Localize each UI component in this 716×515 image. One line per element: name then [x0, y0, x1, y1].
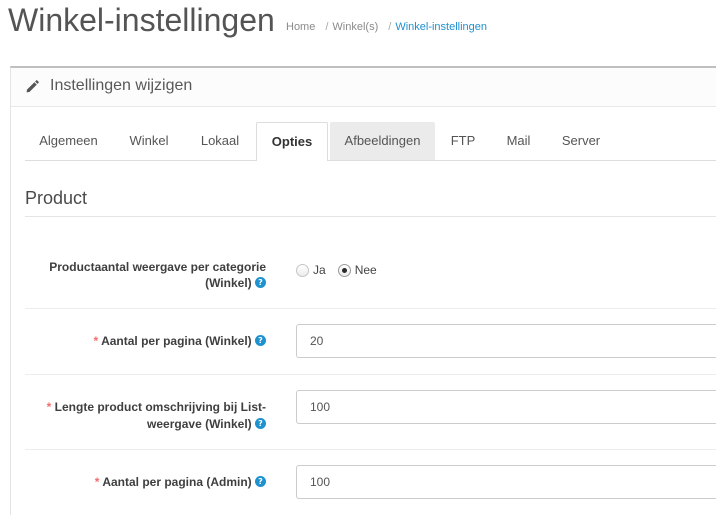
required-mark: * — [46, 400, 52, 414]
radio-label: Nee — [354, 263, 377, 277]
tab-store[interactable]: Winkel — [114, 122, 184, 160]
panel-heading: Instellingen wijzigen — [11, 68, 716, 107]
settings-page: Winkel-instellingen Home / Winkel(s) / W… — [0, 0, 716, 515]
page-title: Winkel-instellingen — [8, 2, 275, 38]
product-count-field: Productaantal weergave per categorie (Wi… — [25, 217, 716, 309]
field-label-text: Lengte product omschrijving bij List-wee… — [54, 400, 266, 431]
breadcrumb: Home / Winkel(s) / Winkel-instellingen — [286, 19, 487, 35]
tab-images[interactable]: Afbeeldingen — [330, 122, 435, 160]
tab-options[interactable]: Opties — [256, 122, 328, 161]
field-label-text: Aantal per pagina (Winkel) — [101, 334, 252, 348]
catalog-limit-label: * Aantal per pagina (Winkel) — [25, 333, 266, 349]
question-circle-icon — [255, 476, 266, 487]
panel-title: Instellingen wijzigen — [50, 77, 193, 94]
settings-tabs: Algemeen Winkel Lokaal Opties Afbeelding… — [25, 122, 716, 161]
catalog-limit-input[interactable] — [296, 324, 716, 358]
tab-local[interactable]: Lokaal — [186, 122, 254, 160]
product-count-yes-radio[interactable] — [296, 263, 309, 277]
breadcrumb-stores-link[interactable]: Winkel(s) — [332, 19, 378, 35]
tab-server[interactable]: Server — [548, 122, 614, 160]
product-count-label: Productaantal weergave per categorie (Wi… — [25, 259, 266, 291]
admin-limit-input[interactable] — [296, 465, 716, 499]
product-count-no-radio[interactable] — [337, 263, 351, 277]
description-length-label: * Lengte product omschrijving bij List-w… — [25, 399, 266, 433]
question-circle-icon — [255, 277, 266, 288]
section-legend: Product — [25, 187, 716, 217]
required-mark: * — [94, 475, 100, 489]
product-count-radio-group: Ja Nee — [296, 262, 389, 278]
breadcrumb-separator: / — [388, 21, 392, 33]
radio-label: Ja — [313, 263, 326, 277]
breadcrumb-home-link[interactable]: Home — [286, 19, 315, 35]
field-label-text: Productaantal weergave per categorie (Wi… — [49, 260, 266, 290]
description-length-field: * Lengte product omschrijving bij List-w… — [25, 375, 716, 450]
product-count-no-option[interactable]: Nee — [337, 262, 377, 278]
description-length-input[interactable] — [296, 390, 716, 424]
question-circle-icon — [255, 418, 266, 429]
breadcrumb-current-link[interactable]: Winkel-instellingen — [395, 19, 487, 35]
tab-ftp[interactable]: FTP — [437, 122, 489, 160]
catalog-limit-field: * Aantal per pagina (Winkel) — [25, 309, 716, 375]
field-label-text: Aantal per pagina (Admin) — [102, 475, 252, 489]
admin-limit-field: * Aantal per pagina (Admin) — [25, 450, 716, 515]
question-circle-icon — [255, 335, 266, 346]
tab-mail[interactable]: Mail — [491, 122, 546, 160]
product-count-yes-option[interactable]: Ja — [296, 262, 326, 278]
admin-limit-label: * Aantal per pagina (Admin) — [25, 474, 266, 490]
breadcrumb-separator: / — [325, 21, 329, 33]
settings-panel: Instellingen wijzigen Algemeen Winkel Lo… — [10, 66, 716, 515]
pencil-icon — [26, 80, 39, 93]
tab-general[interactable]: Algemeen — [25, 122, 112, 160]
required-mark: * — [93, 334, 99, 348]
